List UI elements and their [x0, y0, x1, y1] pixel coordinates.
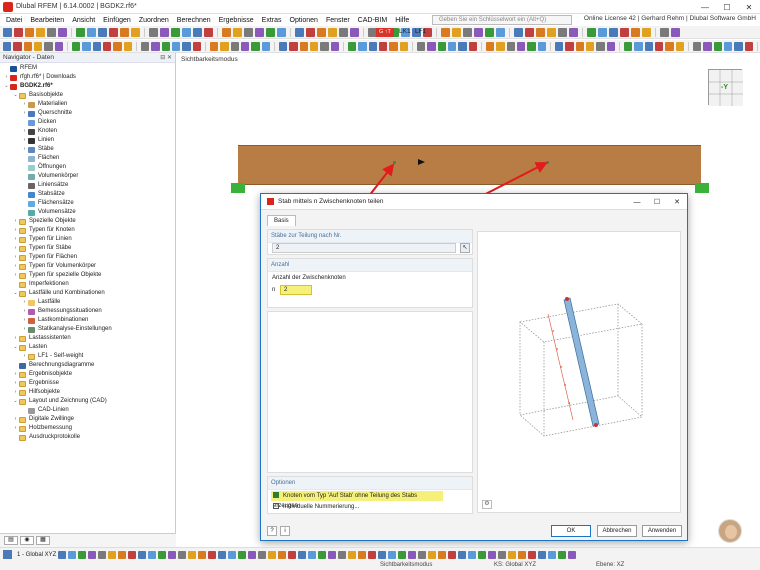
status-tool-icon[interactable]	[318, 550, 327, 559]
ok-button[interactable]: OK	[551, 525, 591, 537]
status-plane: Ebene: XZ	[596, 562, 625, 568]
bottom-toolbar: 1 - Global XYZ	[0, 549, 760, 560]
avatar-face	[725, 525, 737, 539]
member-preview-graphic: a a a a a	[519, 297, 643, 437]
checkbox-unchecked-icon[interactable]	[273, 503, 279, 510]
options-section: Optionen Knoten vom Typ 'Auf Stab' ohne …	[267, 476, 473, 514]
status-tool-icon[interactable]	[408, 550, 417, 559]
status-tool-icon[interactable]	[308, 550, 317, 559]
help-icon[interactable]: ?	[267, 526, 277, 536]
status-tool-icon[interactable]	[128, 550, 137, 559]
status-tool-icon[interactable]	[328, 550, 337, 559]
option2-label: Individuelle Nummerierung...	[283, 504, 360, 510]
svg-text:a: a	[564, 382, 567, 387]
status-tool-icon[interactable]	[288, 550, 297, 559]
status-tool-icon[interactable]	[378, 550, 387, 559]
status-tool-icon[interactable]	[458, 550, 467, 559]
status-tool-icon[interactable]	[148, 550, 157, 559]
members-section-title: Stäbe zur Teilung nach Nr.	[268, 230, 472, 243]
coord-system-select[interactable]: 1 - Global XYZ	[14, 552, 56, 558]
status-tool-icon[interactable]	[418, 550, 427, 559]
status-tool-icon[interactable]	[78, 550, 87, 559]
status-tool-icon[interactable]	[368, 550, 377, 559]
status-tool-icon[interactable]	[168, 550, 177, 559]
status-tool-icon[interactable]	[558, 550, 567, 559]
status-tool-icon[interactable]	[138, 550, 147, 559]
status-tool-icon[interactable]	[468, 550, 477, 559]
status-tool-icon[interactable]	[518, 550, 527, 559]
members-input[interactable]: 2	[272, 243, 456, 253]
n-label: n	[272, 287, 276, 293]
status-tool-icon[interactable]	[228, 550, 237, 559]
dialog-minimize-button[interactable]: —	[627, 194, 647, 210]
count-label: Anzahl der Zwischenknoten	[272, 275, 346, 281]
n-input[interactable]: 2	[280, 285, 312, 295]
status-ks: KS: Global XYZ	[494, 562, 537, 568]
status-tool-icon[interactable]	[478, 550, 487, 559]
coord-system-icon[interactable]	[3, 550, 12, 559]
info-icon[interactable]: i	[280, 526, 290, 536]
status-tool-icon[interactable]	[348, 550, 357, 559]
dialog-maximize-button[interactable]: ☐	[647, 194, 667, 210]
status-tool-icon[interactable]	[568, 550, 577, 559]
members-section: Stäbe zur Teilung nach Nr. 2 ↖	[267, 229, 473, 255]
status-tool-icon[interactable]	[278, 550, 287, 559]
dialog-title-bar: Stab mittels n Zwischenknoten teilen — ☐…	[261, 194, 687, 210]
empty-panel	[267, 311, 473, 473]
status-tool-icon[interactable]	[248, 550, 257, 559]
status-tool-icon[interactable]	[548, 550, 557, 559]
status-tool-icon[interactable]	[258, 550, 267, 559]
status-tool-icon[interactable]	[498, 550, 507, 559]
status-tool-icon[interactable]	[68, 550, 77, 559]
status-tool-icon[interactable]	[88, 550, 97, 559]
svg-text:a: a	[568, 400, 571, 405]
option-individual-numbering[interactable]: Individuelle Nummerierung...	[271, 502, 359, 512]
checkbox-checked-icon[interactable]	[273, 492, 279, 499]
support-avatar[interactable]	[718, 519, 742, 543]
status-mode: Sichtbarkeitsmodus	[380, 562, 433, 568]
status-tool-icon[interactable]	[358, 550, 367, 559]
apply-button[interactable]: Anwenden	[642, 525, 682, 537]
status-tool-icon[interactable]	[538, 550, 547, 559]
status-tool-icon[interactable]	[198, 550, 207, 559]
status-tool-icon[interactable]	[108, 550, 117, 559]
status-tool-icon[interactable]	[448, 550, 457, 559]
tab-basis[interactable]: Basis	[267, 215, 296, 226]
status-tool-icon[interactable]	[268, 550, 277, 559]
status-tool-icon[interactable]	[338, 550, 347, 559]
status-tool-icon[interactable]	[438, 550, 447, 559]
dialog-app-icon	[267, 198, 274, 205]
status-tool-icon[interactable]	[298, 550, 307, 559]
status-tool-icon[interactable]	[428, 550, 437, 559]
options-section-title: Optionen	[268, 477, 472, 490]
select-members-icon[interactable]: ↖	[460, 243, 470, 253]
status-tool-icon[interactable]	[208, 550, 217, 559]
divide-member-dialog: Stab mittels n Zwischenknoten teilen — ☐…	[260, 193, 688, 541]
status-tool-icon[interactable]	[118, 550, 127, 559]
status-bar: 1 - Global XYZ Sichtbarkeitsmodus KS: Gl…	[0, 547, 760, 570]
status-tool-icon[interactable]	[238, 550, 247, 559]
option-on-member-node[interactable]: Knoten vom Typ 'Auf Stab' ohne Teilung d…	[271, 491, 443, 509]
svg-text:a: a	[560, 364, 563, 369]
status-tool-icon[interactable]	[388, 550, 397, 559]
status-tool-icon[interactable]	[528, 550, 537, 559]
status-tool-icon[interactable]	[58, 550, 67, 559]
status-tool-icon[interactable]	[398, 550, 407, 559]
preview-settings-icon[interactable]: ⚙	[482, 500, 492, 509]
count-section: Anzahl Anzahl der Zwischenknoten n 2	[267, 258, 473, 308]
status-tool-icon[interactable]	[178, 550, 187, 559]
status-tool-icon[interactable]	[218, 550, 227, 559]
status-tool-icon[interactable]	[98, 550, 107, 559]
cancel-button[interactable]: Abbrechen	[597, 525, 637, 537]
status-tool-icon[interactable]	[508, 550, 517, 559]
dialog-title: Stab mittels n Zwischenknoten teilen	[278, 198, 384, 205]
status-tool-icon[interactable]	[158, 550, 167, 559]
dialog-close-button[interactable]: ✕	[667, 194, 687, 210]
svg-text:a: a	[556, 346, 559, 351]
svg-text:a: a	[552, 328, 555, 333]
status-tool-icon[interactable]	[188, 550, 197, 559]
preview-panel: a a a a a ⚙	[477, 231, 681, 513]
count-section-title: Anzahl	[268, 259, 472, 272]
status-tool-icon[interactable]	[488, 550, 497, 559]
